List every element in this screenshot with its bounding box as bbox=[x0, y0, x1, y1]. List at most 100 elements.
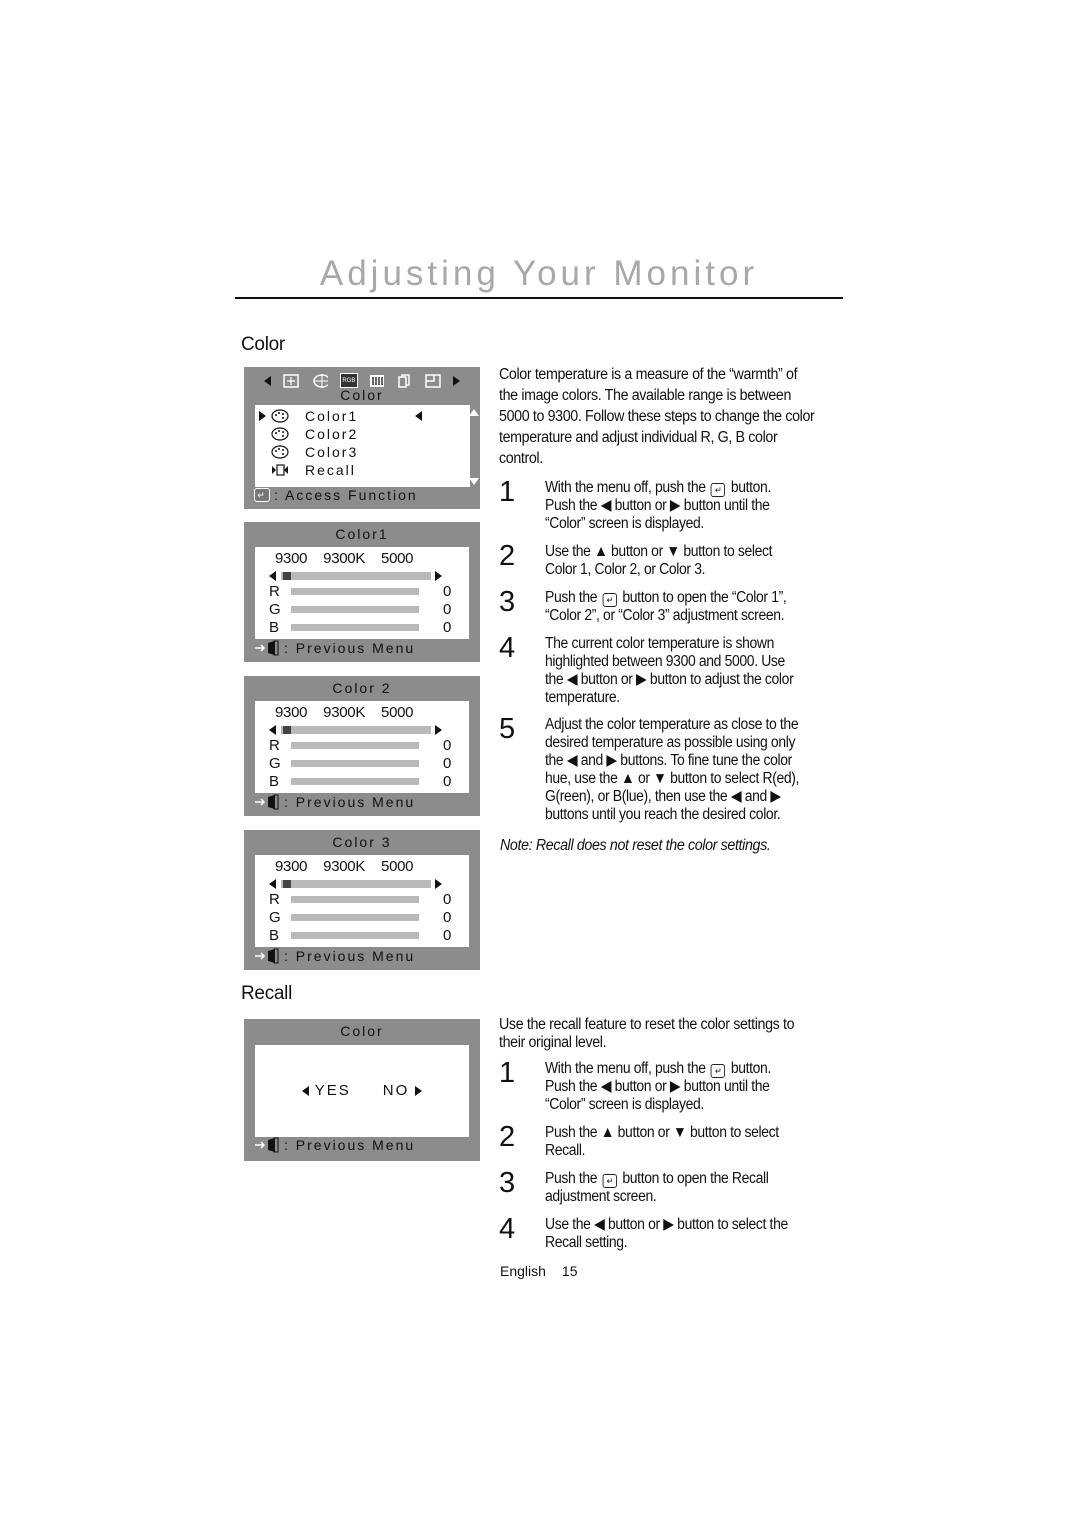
temperature-readout: 9300 9300K 5000 bbox=[275, 704, 414, 721]
scroll-down-icon[interactable] bbox=[469, 478, 479, 485]
rgb-value: 0 bbox=[443, 890, 452, 908]
step-line: hue, use the ▲ or ▼ button to select R(e… bbox=[545, 770, 800, 787]
right-arrow-icon[interactable] bbox=[435, 879, 442, 889]
temp-low: 9300 bbox=[275, 858, 308, 875]
menu-item-color1[interactable]: Color1 bbox=[255, 407, 470, 425]
step-line: Use the ◀ button or ▶ button to select t… bbox=[545, 1216, 788, 1233]
slider-thumb[interactable] bbox=[283, 726, 291, 734]
rgb-row-r[interactable]: R0 bbox=[269, 582, 459, 600]
slider-thumb[interactable] bbox=[283, 880, 291, 888]
left-arrow-icon bbox=[264, 375, 271, 386]
temperature-slider[interactable] bbox=[269, 571, 449, 581]
left-arrow-icon[interactable] bbox=[269, 571, 276, 581]
rgb-icon: RGB bbox=[339, 373, 358, 388]
temp-current: 9300K bbox=[323, 858, 366, 875]
osd-main-menu: RGB Color Color1 Color2 Color3 Recall ↵ … bbox=[244, 367, 480, 509]
osd-main-title: Color bbox=[340, 387, 384, 403]
footer-label: : Previous Menu bbox=[284, 1137, 416, 1153]
osd-color3-screen: Color 3 9300 9300K 5000 R0 G0 B0 : Previ… bbox=[244, 830, 480, 970]
right-arrow-icon[interactable] bbox=[435, 725, 442, 735]
color-section-heading: Color bbox=[241, 334, 285, 355]
selection-arrow-left-icon bbox=[415, 411, 422, 421]
step-text: Adjust the color temperature as close to… bbox=[545, 716, 833, 824]
step-line: Use the ▲ button or ▼ button to select bbox=[545, 543, 773, 560]
step-line: desired temperature as possible using on… bbox=[545, 734, 796, 751]
page-title: Adjusting Your Monitor bbox=[319, 254, 759, 293]
title-divider bbox=[235, 297, 843, 299]
menu-item-color2[interactable]: Color2 bbox=[255, 425, 470, 443]
exit-door-icon bbox=[254, 794, 280, 810]
right-arrow-icon[interactable] bbox=[415, 1085, 423, 1096]
osd-main-footer: ↵ : Access Function bbox=[254, 487, 418, 503]
left-arrow-icon[interactable] bbox=[269, 879, 276, 889]
palette-icon bbox=[271, 427, 289, 441]
slider-thumb[interactable] bbox=[283, 572, 291, 580]
osd-screen-title: Color1 bbox=[335, 526, 389, 542]
selection-arrow-icon bbox=[259, 411, 266, 421]
rgb-label: G bbox=[269, 754, 281, 772]
step-line: Push the bbox=[545, 1170, 598, 1187]
rgb-row-r[interactable]: R0 bbox=[269, 736, 459, 754]
recall-icon bbox=[271, 463, 289, 477]
left-arrow-icon[interactable] bbox=[269, 725, 276, 735]
recall-choice: YES NO bbox=[255, 1082, 469, 1099]
temperature-slider[interactable] bbox=[269, 879, 449, 889]
temp-high: 5000 bbox=[381, 704, 414, 721]
step-line: the ◀ and ▶ buttons. To fine tune the co… bbox=[545, 752, 792, 769]
rgb-row-b[interactable]: B0 bbox=[269, 618, 459, 636]
step-line: the ◀ button or ▶ button to adjust the c… bbox=[545, 671, 794, 688]
intro-line: their original level. bbox=[499, 1034, 607, 1051]
rgb-row-g[interactable]: G0 bbox=[269, 754, 459, 772]
step-number: 5 bbox=[499, 713, 516, 745]
step-line: button. bbox=[730, 479, 772, 496]
enter-key-icon: ↵ bbox=[711, 483, 726, 497]
menu-item-color3[interactable]: Color3 bbox=[255, 443, 470, 461]
rgb-row-g[interactable]: G0 bbox=[269, 908, 459, 926]
recall-no-option[interactable]: NO bbox=[383, 1082, 410, 1099]
step-line: button to open the Recall bbox=[622, 1170, 769, 1187]
rgb-bar bbox=[291, 741, 419, 749]
step-line: temperature. bbox=[545, 689, 620, 706]
temperature-slider[interactable] bbox=[269, 725, 449, 735]
slider-track bbox=[281, 572, 431, 580]
footer-label: : Previous Menu bbox=[284, 794, 416, 810]
menu-item-recall[interactable]: Recall bbox=[255, 461, 470, 479]
step-number: 1 bbox=[499, 1057, 516, 1089]
rgb-value: 0 bbox=[443, 754, 452, 772]
step-line: buttons until you reach the desired colo… bbox=[545, 806, 781, 823]
exit-door-icon bbox=[254, 1137, 280, 1153]
step-text: With the menu off, push the ↵ button. Push… bbox=[545, 479, 833, 533]
geometry-icon bbox=[312, 373, 328, 388]
rgb-value: 0 bbox=[443, 926, 452, 944]
rgb-value: 0 bbox=[443, 908, 452, 926]
osd-menu-list: Color1 Color2 Color3 Recall bbox=[255, 405, 470, 487]
step-number: 3 bbox=[499, 1167, 516, 1199]
osd-recall-screen: Color YES NO : Previous Menu bbox=[244, 1019, 480, 1161]
rgb-bar bbox=[291, 759, 419, 767]
osd-position-icon bbox=[424, 373, 441, 388]
step-number: 1 bbox=[499, 476, 516, 508]
sharpness-icon bbox=[370, 374, 385, 387]
osd-color2-screen: Color 2 9300 9300K 5000 R0 G0 B0 : Previ… bbox=[244, 676, 480, 816]
exit-door-icon bbox=[254, 640, 280, 656]
rgb-value: 0 bbox=[443, 736, 452, 754]
enter-key-icon: ↵ bbox=[602, 1174, 617, 1188]
step-line: Recall setting. bbox=[545, 1234, 628, 1251]
rgb-label: B bbox=[269, 618, 280, 636]
recall-intro-paragraph: Use the recall feature to reset the colo… bbox=[499, 1016, 816, 1052]
osd-panel: 9300 9300K 5000 R0 G0 B0 bbox=[255, 701, 469, 793]
step-line: button to open the “Color 1”, bbox=[622, 589, 787, 606]
scroll-up-icon[interactable] bbox=[469, 409, 479, 416]
rgb-row-b[interactable]: B0 bbox=[269, 926, 459, 944]
step-line: The current color temperature is shown bbox=[545, 635, 775, 652]
osd-screen-title: Color 3 bbox=[332, 834, 392, 850]
rgb-row-b[interactable]: B0 bbox=[269, 772, 459, 790]
left-arrow-icon[interactable] bbox=[301, 1085, 309, 1096]
recall-yes-option[interactable]: YES bbox=[315, 1082, 351, 1099]
slider-track bbox=[281, 726, 431, 734]
rgb-row-g[interactable]: G0 bbox=[269, 600, 459, 618]
rgb-row-r[interactable]: R0 bbox=[269, 890, 459, 908]
step-line: highlighted between 9300 and 5000. Use bbox=[545, 653, 785, 670]
right-arrow-icon[interactable] bbox=[435, 571, 442, 581]
osd-color1-screen: Color1 9300 9300K 5000 R0 G0 B0 : Previo… bbox=[244, 522, 480, 662]
